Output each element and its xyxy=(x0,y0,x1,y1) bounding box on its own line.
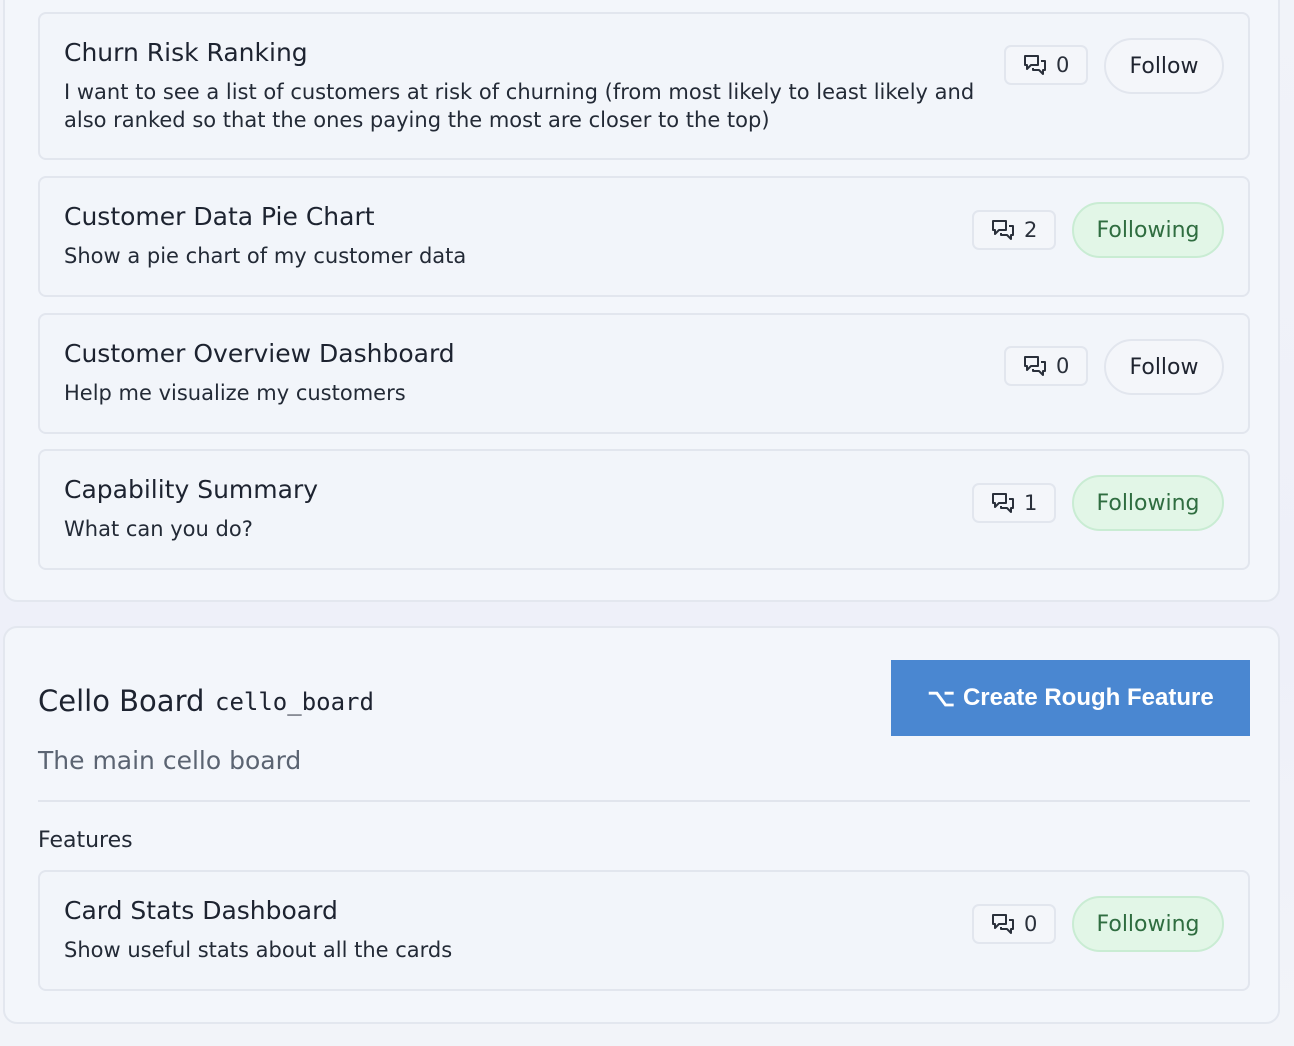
feature-description: I want to see a list of customers at ris… xyxy=(64,80,975,132)
comment-count: 1 xyxy=(1024,491,1038,515)
feature-title[interactable]: Churn Risk Ranking xyxy=(64,38,308,67)
comment-count: 2 xyxy=(1024,218,1038,242)
board-panel-top: Churn Risk Ranking I want to see a list … xyxy=(3,0,1280,602)
feature-description: Show a pie chart of my customer data xyxy=(64,244,467,268)
comment-count: 0 xyxy=(1024,912,1038,936)
board-description: The main cello board xyxy=(38,746,302,775)
board-name: Cello Board xyxy=(38,684,205,718)
board-slug: cello_board xyxy=(215,688,374,716)
comment-bubbles-icon xyxy=(1024,55,1046,75)
feature-card[interactable]: Card Stats Dashboard Show useful stats a… xyxy=(38,870,1250,991)
feature-description: Show useful stats about all the cards xyxy=(64,938,453,962)
comment-bubbles-icon xyxy=(992,493,1014,513)
comment-count: 0 xyxy=(1056,53,1070,77)
follow-button[interactable]: Follow xyxy=(1104,339,1224,395)
feature-card[interactable]: Churn Risk Ranking I want to see a list … xyxy=(38,12,1250,160)
feature-card[interactable]: Customer Data Pie Chart Show a pie chart… xyxy=(38,176,1250,297)
feature-description: What can you do? xyxy=(64,517,253,541)
page: Churn Risk Ranking I want to see a list … xyxy=(0,0,1294,1046)
comment-count-button[interactable]: 0 xyxy=(1004,346,1088,386)
comment-count-button[interactable]: 0 xyxy=(972,904,1056,944)
create-button-label: Create Rough Feature xyxy=(962,684,1214,711)
comment-bubbles-icon xyxy=(992,914,1014,934)
divider xyxy=(38,800,1250,802)
create-rough-feature-button[interactable]: ⌥ Create Rough Feature xyxy=(891,660,1250,736)
feature-card[interactable]: Capability Summary What can you do? 1 Fo… xyxy=(38,449,1250,570)
comment-count: 0 xyxy=(1056,354,1070,378)
comment-count-button[interactable]: 0 xyxy=(1004,45,1088,85)
feature-description: Help me visualize my customers xyxy=(64,381,406,405)
feature-title[interactable]: Customer Data Pie Chart xyxy=(64,202,375,231)
board-panel-cello: Cello Board cello_board ⌥ Create Rough F… xyxy=(3,626,1280,1024)
comment-bubbles-icon xyxy=(1024,356,1046,376)
feature-card[interactable]: Customer Overview Dashboard Help me visu… xyxy=(38,313,1250,434)
feature-title[interactable]: Customer Overview Dashboard xyxy=(64,339,455,368)
comment-count-button[interactable]: 2 xyxy=(972,210,1056,250)
comment-count-button[interactable]: 1 xyxy=(972,483,1056,523)
following-button[interactable]: Following xyxy=(1072,475,1224,531)
following-button[interactable]: Following xyxy=(1072,202,1224,258)
comment-bubbles-icon xyxy=(992,220,1014,240)
feature-title[interactable]: Capability Summary xyxy=(64,475,318,504)
following-button[interactable]: Following xyxy=(1072,896,1224,952)
features-heading: Features xyxy=(38,828,133,853)
follow-button[interactable]: Follow xyxy=(1104,38,1224,94)
option-key-icon: ⌥ xyxy=(927,684,955,712)
feature-title[interactable]: Card Stats Dashboard xyxy=(64,896,338,925)
